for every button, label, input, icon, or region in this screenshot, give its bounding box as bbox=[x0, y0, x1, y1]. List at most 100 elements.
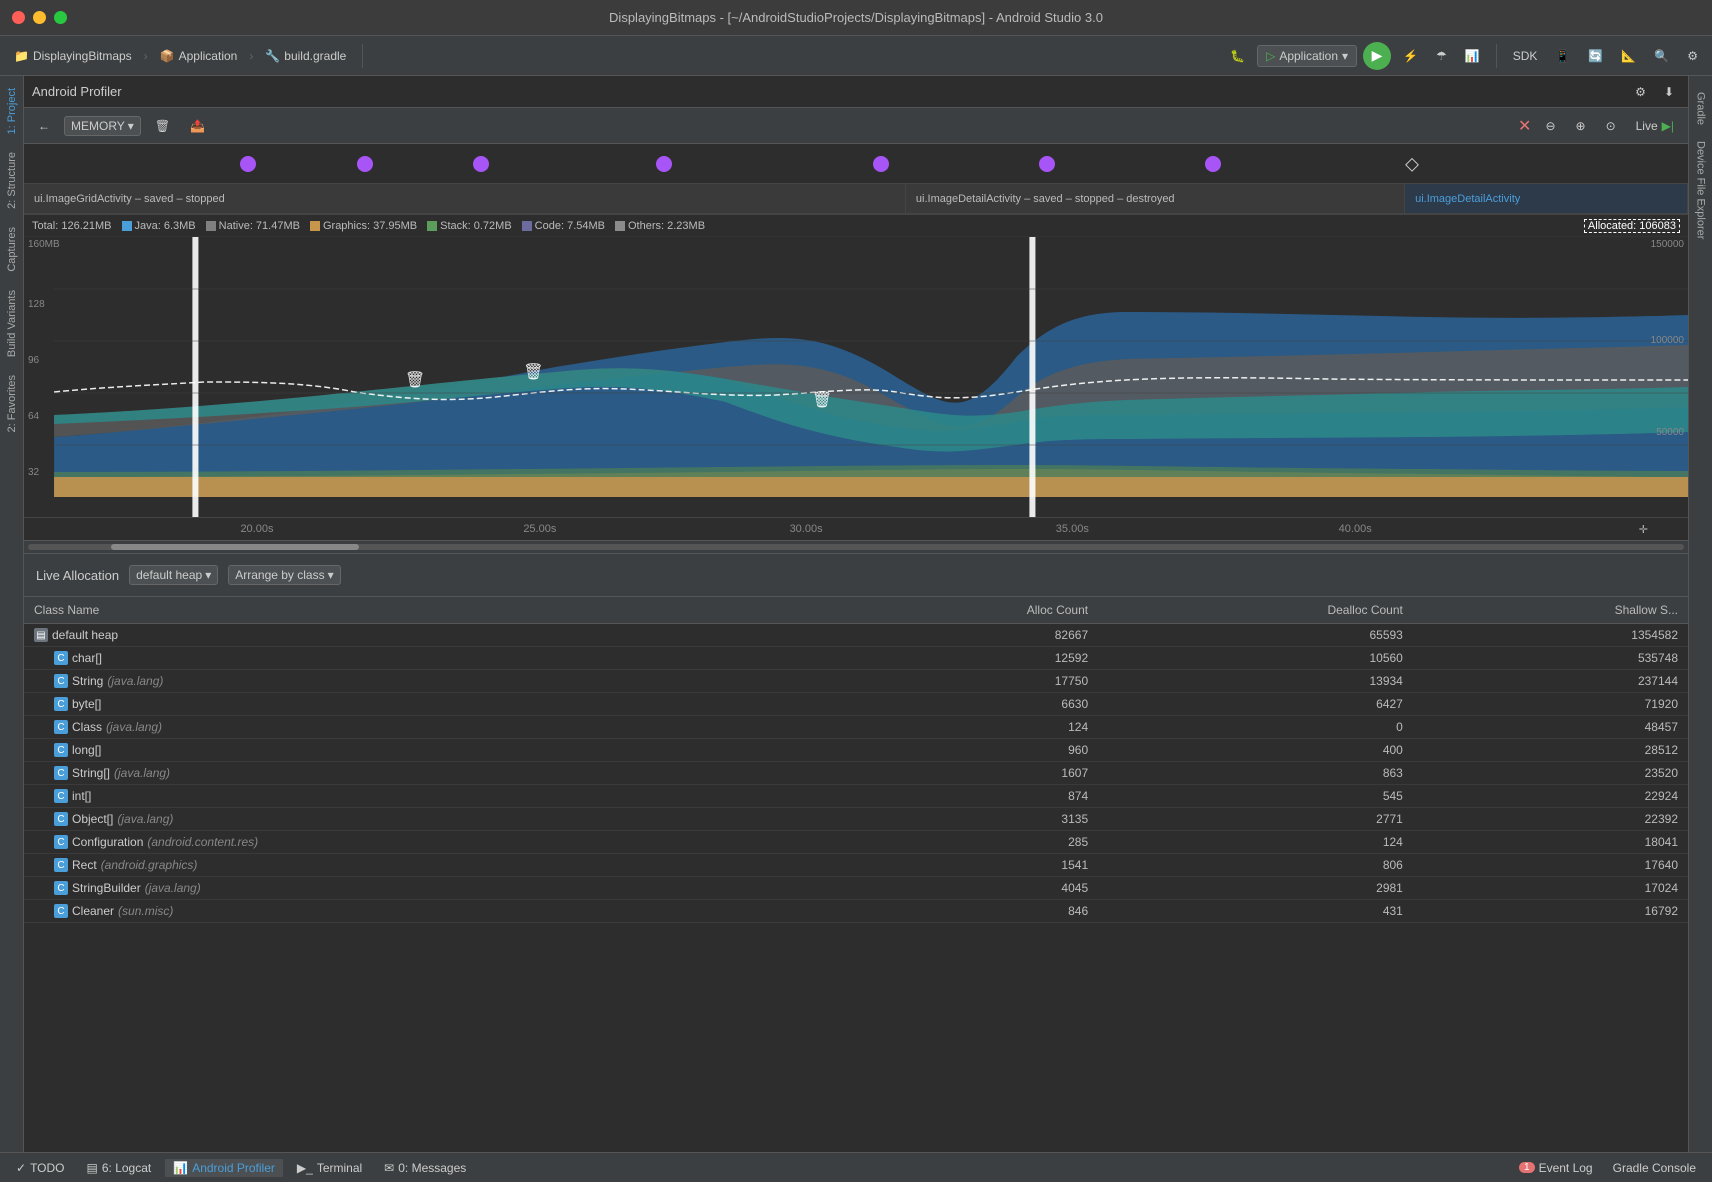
sidebar-tab-captures[interactable]: Captures bbox=[2, 219, 22, 280]
shallow-size-cell: 23520 bbox=[1413, 762, 1688, 785]
logcat-button[interactable]: ▤ 6: Logcat bbox=[79, 1159, 160, 1177]
structure-button[interactable]: 📐 bbox=[1615, 47, 1642, 65]
col-class-name[interactable]: Class Name bbox=[24, 597, 830, 624]
live-button[interactable]: Live ▶| bbox=[1630, 117, 1680, 135]
todo-button[interactable]: ✓ TODO bbox=[8, 1159, 73, 1177]
stack-stat-label: Stack: 0.72MB bbox=[440, 220, 512, 232]
table-row[interactable]: CClass (java.lang)124048457 bbox=[24, 716, 1688, 739]
run-button[interactable]: ▶ bbox=[1363, 42, 1391, 70]
todo-label: TODO bbox=[30, 1161, 64, 1175]
table-row[interactable]: CRect (android.graphics)154180617640 bbox=[24, 854, 1688, 877]
fit-button[interactable]: ⊙ bbox=[1600, 117, 1622, 135]
graphics-stat-label: Graphics: 37.95MB bbox=[323, 220, 417, 232]
table-row[interactable]: Cchar[]1259210560535748 bbox=[24, 647, 1688, 670]
arrange-dropdown-chevron: ▾ bbox=[328, 568, 334, 582]
zoom-in-button[interactable]: ⊕ bbox=[1570, 117, 1592, 135]
heap-dropdown-chevron: ▾ bbox=[205, 568, 211, 582]
sidebar-tab-gradle[interactable]: Gradle bbox=[1691, 84, 1711, 133]
gradle-console-button[interactable]: Gradle Console bbox=[1605, 1159, 1704, 1177]
alloc-count-cell: 17750 bbox=[830, 670, 1099, 693]
table-row[interactable]: CObject[] (java.lang)3135277122392 bbox=[24, 808, 1688, 831]
alloc-count-cell: 4045 bbox=[830, 877, 1099, 900]
module-breadcrumb: Application bbox=[179, 49, 238, 63]
scrollbar-thumb[interactable] bbox=[111, 544, 359, 550]
content-area: Android Profiler ⚙ ⬇ ← MEMORY ▾ 🗑 📤 ✕ ⊖ … bbox=[24, 76, 1688, 1152]
class-type-icon: C bbox=[54, 835, 68, 849]
sync-button[interactable]: 🔄 bbox=[1582, 47, 1609, 65]
profiler-settings-button[interactable]: ⚙ bbox=[1629, 83, 1652, 101]
table-row[interactable]: Cint[]87454522924 bbox=[24, 785, 1688, 808]
project-icon[interactable]: 📁 DisplayingBitmaps bbox=[8, 47, 138, 65]
table-row[interactable]: Cbyte[]6630642771920 bbox=[24, 693, 1688, 716]
close-profiler-button[interactable]: ✕ bbox=[1518, 116, 1531, 136]
app-selector-button[interactable]: ▷ Application ▾ bbox=[1257, 45, 1357, 67]
profiler-button[interactable]: 📊 bbox=[1459, 47, 1486, 65]
memory-dropdown[interactable]: MEMORY ▾ bbox=[64, 116, 141, 136]
back-button[interactable]: ← bbox=[32, 117, 56, 135]
class-name-text: int[] bbox=[72, 789, 91, 803]
sdk-button[interactable]: SDK bbox=[1507, 47, 1544, 65]
module-breadcrumb-item[interactable]: 📦 Application bbox=[154, 47, 244, 65]
profiler-download-button[interactable]: ⬇ bbox=[1658, 83, 1680, 101]
scrollbar-track bbox=[28, 544, 1684, 550]
messages-button[interactable]: ✉ 0: Messages bbox=[376, 1159, 474, 1177]
close-button[interactable] bbox=[12, 11, 25, 24]
project-breadcrumb: DisplayingBitmaps bbox=[33, 49, 132, 63]
sidebar-tab-favorites[interactable]: 2: Favorites bbox=[2, 367, 22, 440]
search-button[interactable]: 🔍 bbox=[1648, 47, 1675, 65]
cursor-position: ✛ bbox=[1639, 523, 1648, 536]
event-dot-4 bbox=[656, 156, 672, 172]
allocation-table-container[interactable]: Class Name Alloc Count Dealloc Count Sha… bbox=[24, 597, 1688, 1152]
table-row[interactable]: CConfiguration (android.content.res)2851… bbox=[24, 831, 1688, 854]
table-row[interactable]: CString[] (java.lang)160786323520 bbox=[24, 762, 1688, 785]
file-breadcrumb-item[interactable]: 🔧 build.gradle bbox=[259, 47, 352, 65]
clear-button[interactable]: 🗑 bbox=[149, 117, 176, 135]
table-row[interactable]: CStringBuilder (java.lang)4045298117024 bbox=[24, 877, 1688, 900]
memory-chart[interactable]: 160MB 128 96 64 32 150000 100000 50000 bbox=[24, 237, 1688, 517]
sidebar-tab-device-explorer[interactable]: Device File Explorer bbox=[1691, 133, 1711, 247]
table-row[interactable]: CCleaner (sun.misc)84643116792 bbox=[24, 900, 1688, 923]
sidebar-tab-structure[interactable]: 2: Structure bbox=[2, 144, 22, 217]
main-layout: 1: Project 2: Structure Captures Build V… bbox=[0, 76, 1712, 1152]
export-button[interactable]: 📤 bbox=[184, 117, 211, 135]
flash-button[interactable]: ⚡ bbox=[1397, 47, 1424, 65]
coverage-button[interactable]: ☂ bbox=[1430, 47, 1453, 65]
package-name-text: (android.content.res) bbox=[147, 835, 258, 849]
settings-button[interactable]: ⚙ bbox=[1681, 47, 1704, 65]
package-name-text: (java.lang) bbox=[117, 812, 173, 826]
col-shallow-size[interactable]: Shallow S... bbox=[1413, 597, 1688, 624]
native-stat: Native: 71.47MB bbox=[206, 220, 300, 232]
debug-icon[interactable]: 🐛 bbox=[1224, 47, 1251, 65]
table-row[interactable]: CString (java.lang)1775013934237144 bbox=[24, 670, 1688, 693]
table-row[interactable]: ▤default heap82667655931354582 bbox=[24, 624, 1688, 647]
shallow-size-cell: 22392 bbox=[1413, 808, 1688, 831]
chart-scrollbar[interactable] bbox=[24, 541, 1688, 553]
terminal-button[interactable]: ▶_ Terminal bbox=[289, 1159, 370, 1177]
arrange-dropdown[interactable]: Arrange by class ▾ bbox=[228, 565, 340, 585]
y-label-64: 64 bbox=[28, 411, 39, 422]
minimize-button[interactable] bbox=[33, 11, 46, 24]
profiler-tab-button[interactable]: 📊 Android Profiler bbox=[165, 1159, 283, 1177]
sidebar-tab-build-variants[interactable]: Build Variants bbox=[2, 282, 22, 365]
folder-icon: ▤ bbox=[34, 628, 48, 642]
shallow-size-cell: 71920 bbox=[1413, 693, 1688, 716]
col-alloc-count[interactable]: Alloc Count bbox=[830, 597, 1099, 624]
app-button-label: Application bbox=[1279, 49, 1338, 63]
java-stat: Java: 6.3MB bbox=[122, 220, 196, 232]
time-30s: 30.00s bbox=[790, 523, 823, 535]
table-row[interactable]: Clong[]96040028512 bbox=[24, 739, 1688, 762]
avd-button[interactable]: 📱 bbox=[1549, 47, 1576, 65]
title-bar: DisplayingBitmaps - [~/AndroidStudioProj… bbox=[0, 0, 1712, 36]
event-log-button[interactable]: 1 Event Log bbox=[1511, 1159, 1601, 1177]
col-dealloc-count[interactable]: Dealloc Count bbox=[1098, 597, 1413, 624]
zoom-out-button[interactable]: ⊖ bbox=[1539, 117, 1561, 135]
code-stat: Code: 7.54MB bbox=[522, 220, 605, 232]
others-stat: Others: 2.23MB bbox=[615, 220, 705, 232]
maximize-button[interactable] bbox=[54, 11, 67, 24]
class-type-icon: C bbox=[54, 720, 68, 734]
class-name-cell: CStringBuilder (java.lang) bbox=[24, 877, 830, 900]
y-label-r-100000: 100000 bbox=[1651, 335, 1684, 346]
heap-dropdown[interactable]: default heap ▾ bbox=[129, 565, 218, 585]
java-color-swatch bbox=[122, 221, 132, 231]
sidebar-tab-project[interactable]: 1: Project bbox=[2, 80, 22, 142]
